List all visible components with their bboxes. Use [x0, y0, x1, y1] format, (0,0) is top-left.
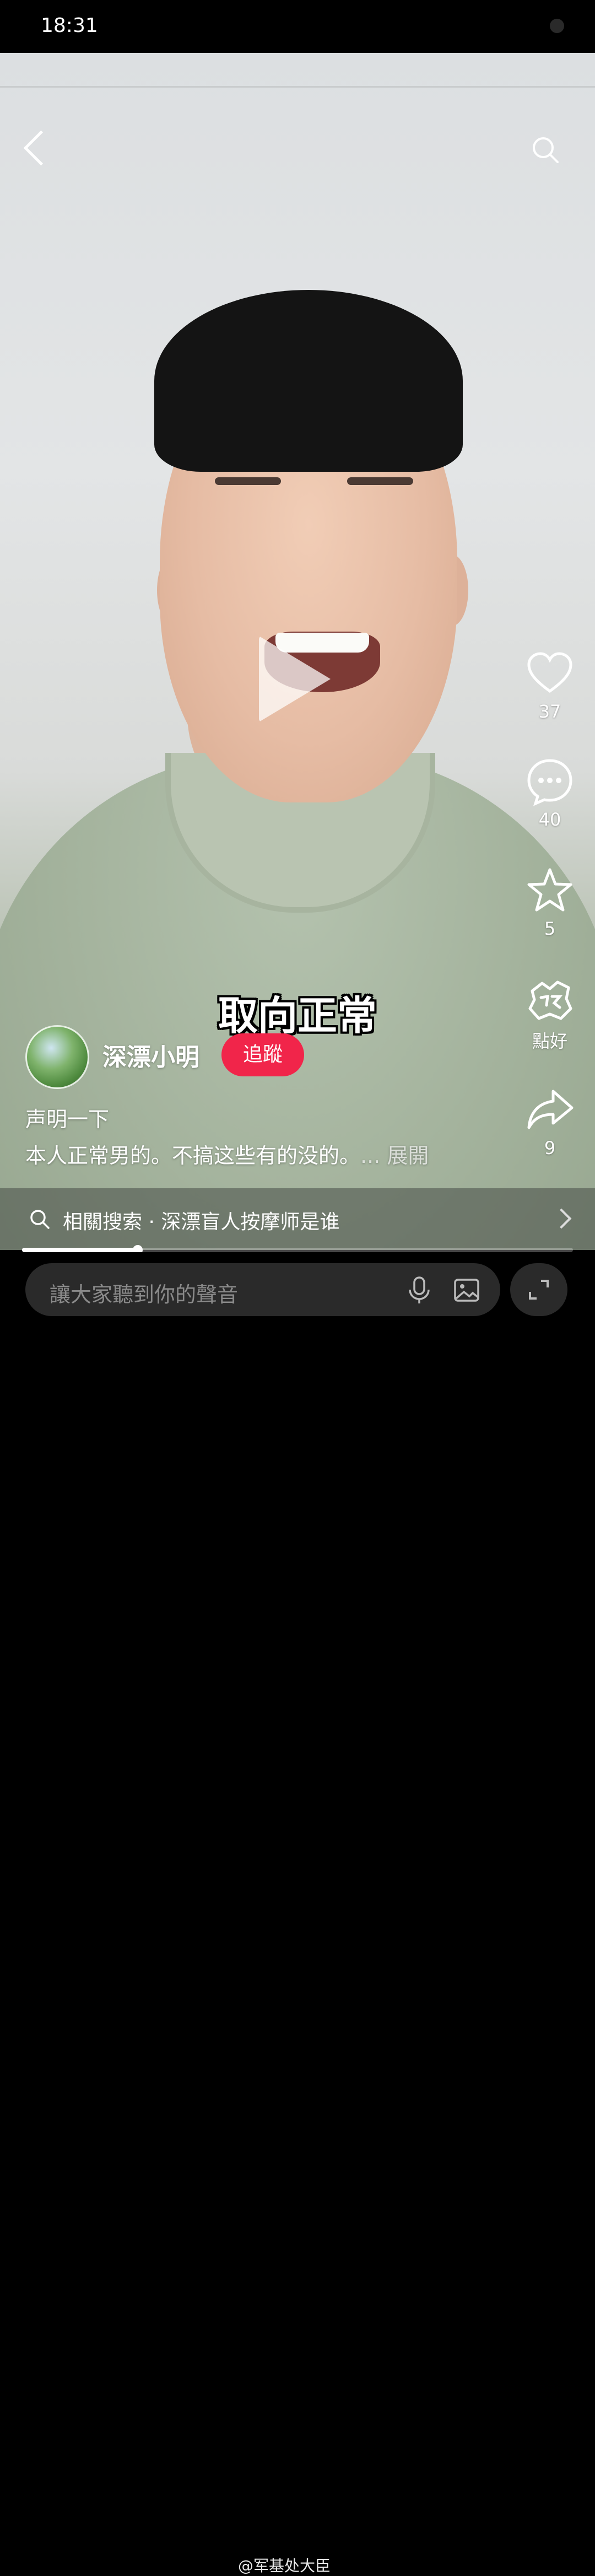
expand-link[interactable]: ... 展開	[360, 1144, 429, 1168]
video-player[interactable]: 37 40 5 點好 9 取向正常	[0, 53, 595, 1250]
comment-count: 40	[538, 809, 561, 830]
avatar[interactable]	[25, 1025, 89, 1089]
share-action[interactable]: 9	[522, 1085, 577, 1158]
favorite-action[interactable]: 5	[522, 865, 577, 939]
comment-icon[interactable]	[524, 756, 575, 807]
comment-input[interactable]: 讓大家聽到你的聲音	[25, 1263, 500, 1316]
wall-line	[0, 86, 595, 88]
description-line-1: 声明一下	[25, 1107, 110, 1131]
person-eye-right	[347, 477, 413, 485]
description-line-2: 本人正常男的。不搞这些有的没的。... 展開	[25, 1139, 429, 1169]
author-name[interactable]: 深漂小明	[102, 1037, 199, 1073]
play-icon[interactable]	[259, 636, 331, 722]
bottom-bar: 讓大家聽到你的聲音 @军基处大臣	[0, 1252, 595, 2575]
share-icon[interactable]	[524, 1085, 575, 1135]
video-caption: 取向正常	[218, 993, 377, 1039]
back-icon[interactable]	[23, 130, 59, 166]
related-search-bar[interactable]: 相關搜索 · 深漂盲人按摩师是谁	[0, 1188, 595, 1250]
progress-bar[interactable]	[22, 1245, 573, 1255]
person-eye-left	[215, 477, 281, 485]
like-action[interactable]: 37	[522, 648, 577, 722]
watermark: @军基处大臣	[238, 2557, 331, 2575]
image-icon[interactable]	[453, 1276, 480, 1304]
heart-icon[interactable]	[524, 648, 575, 699]
progress-fill	[22, 1248, 138, 1252]
related-search-text: 相關搜索 · 深漂盲人按摩师是谁	[63, 1211, 340, 1233]
comment-action[interactable]: 40	[522, 756, 577, 830]
favorite-count: 5	[544, 918, 556, 939]
chevron-right-icon	[551, 1208, 572, 1229]
mic-icon[interactable]	[405, 1275, 433, 1305]
description-text: 本人正常男的。不搞这些有的没的。	[25, 1144, 361, 1168]
front-camera	[550, 19, 564, 33]
search-icon	[30, 1210, 50, 1229]
fullscreen-button[interactable]	[510, 1263, 567, 1316]
search-icon[interactable]	[531, 136, 560, 164]
expand-icon	[529, 1280, 549, 1300]
comment-placeholder: 讓大家聽到你的聲音	[50, 1282, 239, 1307]
like-count: 37	[538, 701, 561, 722]
status-time: 18:31	[41, 14, 98, 37]
follow-button[interactable]: 追蹤	[221, 1033, 304, 1076]
person-hair	[154, 290, 463, 472]
share-count: 9	[544, 1138, 556, 1158]
status-bar: 18:31	[0, 0, 595, 53]
star-icon[interactable]	[524, 865, 575, 916]
